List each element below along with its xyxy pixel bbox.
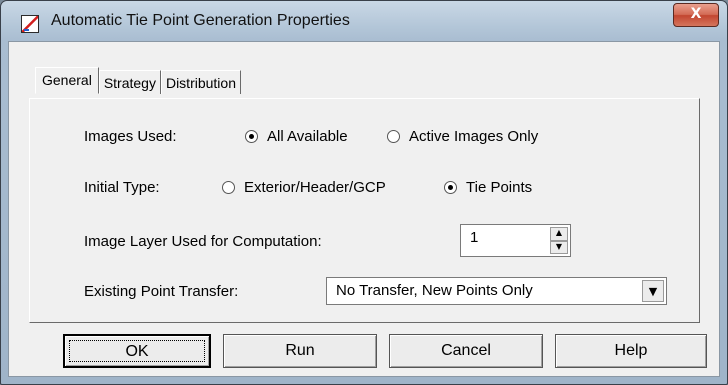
tab-distribution[interactable]: Distribution [160, 70, 241, 94]
help-button-label: Help [614, 342, 648, 359]
focus-ring [69, 340, 205, 362]
close-button[interactable]: X [673, 3, 719, 27]
point-transfer-value: No Transfer, New Points Only [336, 282, 533, 299]
radio-tie-points-label: Tie Points [466, 179, 533, 196]
radio-button [444, 181, 457, 194]
point-transfer-label: Existing Point Transfer: [84, 283, 239, 300]
radio-button [387, 130, 400, 143]
spin-up-icon[interactable]: ▲ [550, 227, 568, 241]
chevron-down-icon[interactable]: ▼ [642, 280, 664, 302]
tab-strip: General Strategy Distribution [35, 67, 241, 94]
tab-strategy[interactable]: Strategy [98, 70, 161, 94]
cancel-button-label: Cancel [441, 342, 491, 359]
radio-button [222, 181, 235, 194]
tab-general[interactable]: General [35, 67, 99, 94]
cancel-button[interactable]: Cancel [389, 334, 543, 368]
app-icon [21, 15, 39, 33]
title-bar[interactable]: Automatic Tie Point Generation Propertie… [1, 1, 727, 41]
radio-exterior-header-gcp-label: Exterior/Header/GCP [244, 179, 386, 196]
run-button[interactable]: Run [223, 334, 377, 368]
image-layer-value[interactable]: 1 [470, 229, 478, 246]
radio-active-images-only-label: Active Images Only [409, 128, 539, 145]
run-button-label: Run [285, 342, 315, 359]
image-layer-spinbox[interactable]: 1 ▲ ▼ [460, 224, 571, 257]
images-used-label: Images Used: [84, 128, 177, 145]
initial-type-label: Initial Type: [84, 179, 160, 196]
radio-tie-points[interactable]: Tie Points [444, 179, 532, 196]
point-transfer-select[interactable]: No Transfer, New Points Only ▼ [326, 277, 667, 305]
help-button[interactable]: Help [555, 334, 707, 368]
image-layer-label: Image Layer Used for Computation: [84, 233, 322, 250]
window-title: Automatic Tie Point Generation Propertie… [51, 12, 350, 29]
radio-button [245, 130, 258, 143]
radio-all-available-label: All Available [267, 128, 348, 145]
ok-button[interactable]: OK [63, 334, 211, 368]
radio-exterior-header-gcp[interactable]: Exterior/Header/GCP [222, 179, 386, 196]
radio-all-available[interactable]: All Available [245, 128, 348, 145]
radio-active-images-only[interactable]: Active Images Only [387, 128, 538, 145]
dialog-body: General Strategy Distribution Images Use… [8, 41, 720, 377]
spin-buttons: ▲ ▼ [550, 227, 568, 254]
dialog-window: Automatic Tie Point Generation Propertie… [0, 0, 728, 385]
spin-down-icon[interactable]: ▼ [550, 240, 568, 254]
